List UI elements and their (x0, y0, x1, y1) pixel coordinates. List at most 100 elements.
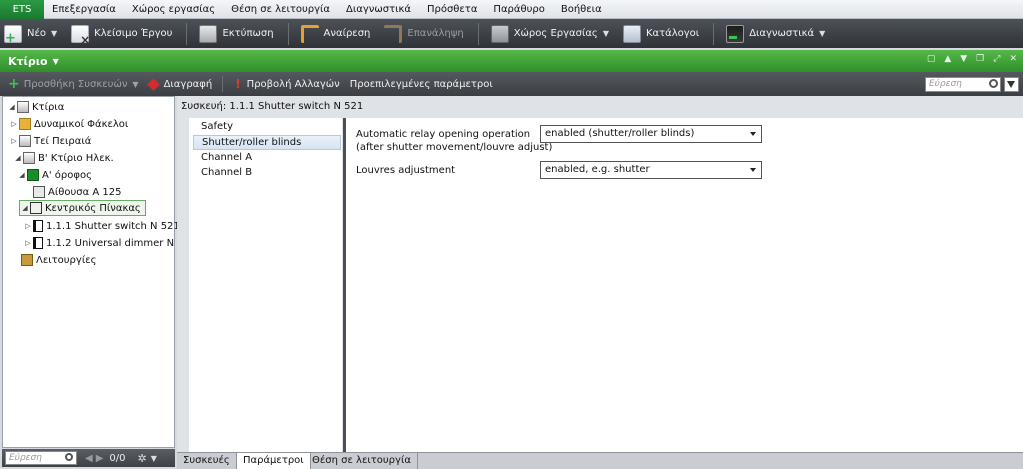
building-tree: ◢ Κτίρια ▷ Δυναμικοί Φάκελοι ▷ Τεί Πειρα… (2, 96, 193, 448)
room-icon (33, 186, 45, 198)
panel-down-icon[interactable]: ▼ (960, 54, 967, 64)
param-label-louvres: Louvres adjustment (356, 164, 455, 177)
close-project-icon (71, 24, 90, 47)
default-parameters-label: Προεπιλεγμένες παράμετροι (349, 78, 493, 90)
add-devices-button[interactable]: + Προσθήκη Συσκευών ▼ (8, 76, 139, 92)
tree-footer: Εύρεση ◀ ▶ 0/0 ✲ ▼ (2, 449, 175, 467)
workspace-button[interactable]: Χώρος Εργασίας ▼ (490, 24, 609, 43)
show-changes-button[interactable]: ! Προβολή Αλλαγών (235, 77, 340, 91)
menu-workspace[interactable]: Χώρος εργασίας (124, 4, 223, 15)
toolbar-separator (477, 22, 479, 45)
chevron-down-icon[interactable]: ▼ (51, 29, 57, 38)
building-icon (19, 135, 31, 147)
panel-pin-icon[interactable]: ▢ (927, 54, 936, 64)
tree-item-universal-dimmer[interactable]: ▷ 1.1.2 Universal dimmer N 5... (23, 235, 193, 251)
tree-item-label: Κεντρικός Πίνακας (45, 202, 141, 214)
tab-devices[interactable]: Συσκευές (177, 453, 237, 469)
param-group-safety[interactable]: Safety (193, 120, 341, 135)
relay-opening-select[interactable]: enabled (shutter/roller blinds) (540, 125, 762, 143)
redo-icon (384, 24, 403, 43)
panel-restore-icon[interactable]: ❐ (976, 54, 984, 64)
diagnostics-monitor-icon (726, 24, 745, 43)
new-button-label: Νέο (27, 28, 47, 39)
param-group-channel-a[interactable]: Channel A (193, 151, 341, 166)
tree-item-buildings[interactable]: ◢ Κτίρια (7, 99, 64, 115)
louvres-adjustment-select[interactable]: enabled, e.g. shutter (540, 161, 762, 179)
expand-open-icon[interactable]: ◢ (17, 171, 27, 179)
expand-closed-icon[interactable]: ▷ (23, 239, 33, 247)
tree-item-floor-a[interactable]: ◢ Α' όροφος (17, 167, 92, 183)
panel-up-icon[interactable]: ▲ (944, 54, 951, 64)
tree-item-label: Αίθουσα Α 125 (48, 186, 122, 198)
chevron-down-icon[interactable]: ▼ (603, 29, 609, 38)
warning-icon: ! (235, 77, 241, 91)
building-panel-header: Κτίριο ▼ ▢ ▲ ▼ ❐ ⤢ ✕ (0, 50, 1023, 72)
tree-item-label: Κτίρια (32, 101, 65, 113)
filter-icon[interactable] (1004, 77, 1019, 92)
chevron-down-icon[interactable]: ▼ (151, 454, 157, 463)
delete-button[interactable]: Διαγραφή (146, 77, 212, 91)
select-value: enabled, e.g. shutter (545, 164, 650, 175)
tab-commissioning[interactable]: Θέση σε λειτουργία (306, 453, 418, 469)
next-result-icon[interactable]: ▶ (96, 453, 104, 464)
tree-item-functions[interactable]: Λειτουργίες (11, 252, 96, 268)
print-button[interactable]: Εκτύπωση (199, 24, 274, 43)
ets-menu-button[interactable]: ETS (0, 0, 44, 19)
new-button[interactable]: Νέο ▼ (4, 24, 57, 46)
tree-item-room-a125[interactable]: Αίθουσα Α 125 (23, 184, 121, 200)
building-icon (23, 152, 35, 164)
diagnostics-label: Διαγνωστικά (749, 28, 815, 39)
tab-parameters[interactable]: Παράμετροι (236, 453, 311, 469)
expand-closed-icon[interactable]: ▷ (9, 137, 19, 145)
catalogs-button[interactable]: Κατάλογοι (622, 24, 699, 43)
default-parameters-button[interactable]: Προεπιλεγμένες παράμετροι (350, 79, 493, 90)
param-group-channel-b[interactable]: Channel B (193, 166, 341, 181)
workspace-icon (490, 24, 509, 43)
search-icon[interactable] (65, 453, 73, 461)
expand-open-icon[interactable]: ◢ (20, 204, 30, 212)
tree-item-label: Α' όροφος (42, 169, 92, 181)
undo-button[interactable]: Αναίρεση (300, 24, 370, 43)
tree-item-tei-piraeus[interactable]: ▷ Τεί Πειραιά (9, 133, 91, 149)
device-icon (33, 220, 43, 232)
search-icon[interactable] (989, 79, 998, 88)
expand-open-icon[interactable]: ◢ (13, 154, 23, 162)
param-label-relay-opening: Automatic relay opening operation (after… (356, 128, 552, 154)
chevron-down-icon[interactable]: ▼ (819, 29, 825, 38)
distribution-board-icon (30, 202, 42, 214)
tree-item-label: Λειτουργίες (36, 254, 97, 266)
tree-item-shutter-switch[interactable]: ▷ 1.1.1 Shutter switch N 521 (23, 218, 180, 234)
close-project-button[interactable]: Κλείσιμο Έργου (71, 24, 173, 47)
floor-icon (27, 169, 39, 181)
chevron-down-icon[interactable]: ▼ (132, 80, 138, 89)
tree-item-building-b[interactable]: ◢ Β' Κτίριο Ηλεκ. (13, 150, 114, 166)
tree-item-dynamic-folders[interactable]: ▷ Δυναμικοί Φάκελοι (9, 116, 128, 132)
diagnostics-button[interactable]: Διαγνωστικά ▼ (726, 24, 825, 43)
panel-maximize-icon[interactable]: ⤢ (993, 54, 1000, 64)
menu-extras[interactable]: Πρόσθετα (419, 4, 485, 15)
menu-diagnostics[interactable]: Διαγνωστικά (338, 4, 419, 15)
gear-icon[interactable]: ✲ (138, 452, 147, 465)
tree-search-input[interactable]: Εύρεση (5, 451, 77, 465)
menu-window[interactable]: Παράθυρο (485, 4, 552, 15)
functions-icon (21, 254, 33, 266)
param-group-shutter-roller-blinds[interactable]: Shutter/roller blinds (193, 135, 341, 150)
redo-button[interactable]: Επανάληψη (384, 24, 464, 43)
tree-item-main-panel[interactable]: ◢ Κεντρικός Πίνακας (19, 200, 146, 216)
expand-closed-icon[interactable]: ▷ (9, 120, 19, 128)
panel-title[interactable]: Κτίριο (8, 55, 48, 68)
close-project-label: Κλείσιμο Έργου (94, 28, 173, 39)
chevron-down-icon (750, 168, 756, 172)
menu-commissioning[interactable]: Θέση σε λειτουργία (223, 4, 338, 15)
previous-result-icon[interactable]: ◀ (85, 453, 93, 464)
device-icon (33, 237, 43, 249)
chevron-down-icon[interactable]: ▼ (53, 57, 59, 66)
expand-open-icon[interactable]: ◢ (7, 103, 17, 111)
param-label-line: Louvres adjustment (356, 165, 456, 176)
menu-help[interactable]: Βοήθεια (553, 4, 610, 15)
search-input[interactable]: Εύρεση (925, 77, 1001, 92)
chevron-down-icon (750, 132, 756, 136)
menu-edit[interactable]: Επεξεργασία (44, 4, 124, 15)
close-icon[interactable]: ✕ (1009, 54, 1017, 64)
expand-closed-icon[interactable]: ▷ (23, 222, 33, 230)
